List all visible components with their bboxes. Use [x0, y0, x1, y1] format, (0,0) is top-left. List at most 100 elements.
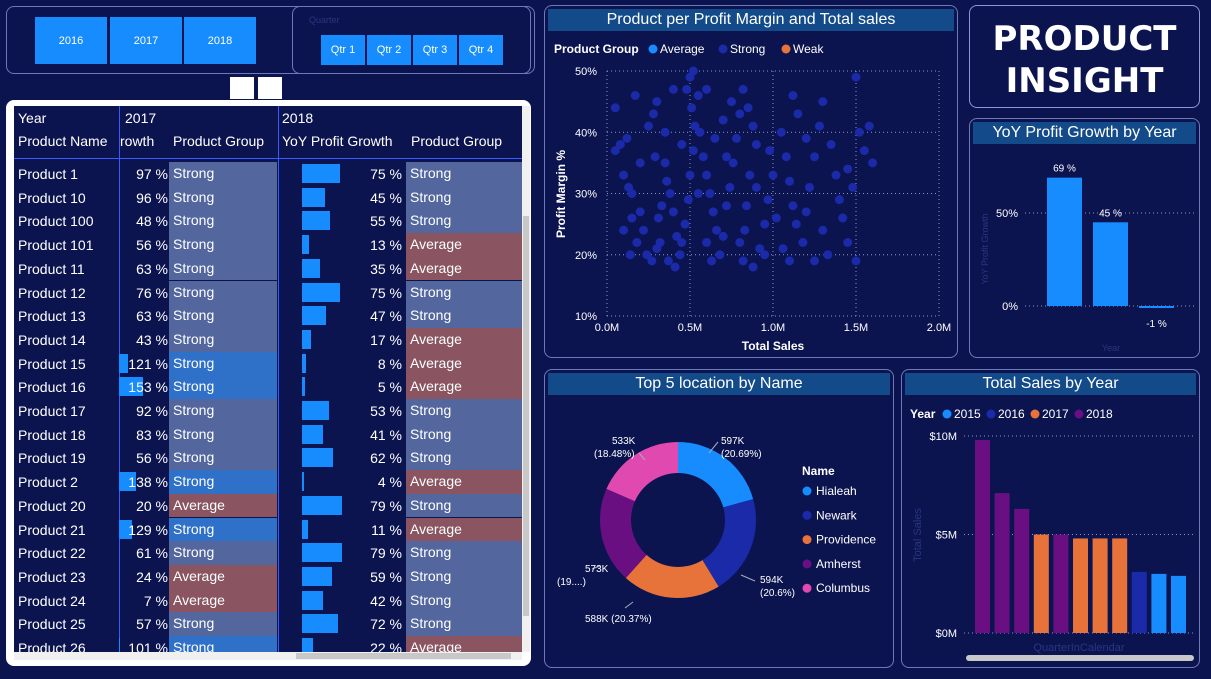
table-row[interactable]: Product 26 101 % Strong 22 % Average	[14, 636, 522, 652]
scatter-point[interactable]	[650, 152, 660, 162]
quarter-button-2[interactable]: Qtr 2	[367, 35, 411, 65]
table-row[interactable]: Product 18 83 % Strong 41 % Strong	[14, 422, 522, 447]
scatter-point[interactable]	[625, 250, 635, 260]
scatter-point[interactable]	[793, 109, 803, 119]
scatter-point[interactable]	[851, 256, 861, 266]
scatter-point[interactable]	[682, 84, 692, 94]
table-row[interactable]: Product 23 24 % Average 59 % Strong	[14, 564, 522, 589]
header-growth-2018[interactable]: YoY Profit Growth	[282, 133, 393, 149]
scatter-point[interactable]	[639, 225, 649, 235]
scatter-point[interactable]	[660, 158, 670, 168]
table-row[interactable]: Product 16 153 % Strong 5 % Average	[14, 375, 522, 399]
scatter-point[interactable]	[843, 238, 853, 247]
scatter-point[interactable]	[826, 140, 836, 149]
scatter-point[interactable]	[745, 170, 755, 180]
table-row[interactable]: Product 11 63 % Strong 35 % Average	[14, 256, 522, 281]
legend-label[interactable]: Columbus	[816, 581, 870, 595]
scatter-point[interactable]	[788, 91, 798, 100]
legend-label[interactable]: Hialeah	[816, 484, 857, 498]
quarter-button-1[interactable]: Qtr 1	[321, 35, 365, 65]
scatter-point[interactable]	[818, 225, 828, 235]
scatter-point[interactable]	[705, 189, 715, 198]
scatter-point[interactable]	[831, 170, 841, 180]
scatter-point[interactable]	[693, 189, 703, 198]
scatter-point[interactable]	[788, 201, 798, 211]
scatter-point[interactable]	[778, 244, 788, 254]
scatter-point[interactable]	[675, 250, 685, 260]
scatter-point[interactable]	[712, 225, 722, 235]
visual-header-button[interactable]	[258, 77, 282, 99]
header-group-2018[interactable]: Product Group	[411, 133, 502, 149]
legend-label[interactable]: 2016	[998, 407, 1025, 421]
scatter-point[interactable]	[791, 219, 801, 229]
scatter-point[interactable]	[635, 158, 645, 168]
scatter-point[interactable]	[776, 127, 786, 137]
scatter-point[interactable]	[751, 182, 761, 192]
horizontal-scrollbar[interactable]	[966, 655, 1194, 661]
scatter-point[interactable]	[725, 182, 735, 192]
table-row[interactable]: Product 20 20 % Average 79 % Strong	[14, 493, 522, 518]
table-row[interactable]: Product 1 97 % Strong 75 % Strong	[14, 162, 522, 186]
scatter-point[interactable]	[838, 213, 848, 223]
scatter-point[interactable]	[708, 207, 718, 217]
quarter-button-4[interactable]: Qtr 4	[459, 35, 503, 65]
sales-bar[interactable]	[994, 493, 1010, 633]
year-button-2016[interactable]: 2016	[35, 17, 107, 64]
scatter-point[interactable]	[662, 176, 672, 186]
visual-header-button[interactable]	[230, 77, 254, 99]
table-row[interactable]: Product 17 92 % Strong 53 % Strong	[14, 399, 522, 423]
scatter-point[interactable]	[688, 146, 698, 156]
yoy-bar[interactable]	[1139, 306, 1174, 308]
legend-label[interactable]: Strong	[730, 42, 765, 56]
scatter-point[interactable]	[722, 201, 732, 211]
scatter-point[interactable]	[731, 133, 741, 143]
scatter-point[interactable]	[668, 207, 678, 217]
scatter-point[interactable]	[781, 152, 791, 162]
table-row[interactable]: Product 13 63 % Strong 47 % Strong	[14, 304, 522, 328]
legend-label[interactable]: 2017	[1042, 407, 1069, 421]
table-row[interactable]: Product 19 56 % Strong 62 % Strong	[14, 446, 522, 471]
scatter-point[interactable]	[735, 238, 745, 247]
scatter-point[interactable]	[619, 170, 629, 180]
scatter-point[interactable]	[818, 97, 828, 107]
legend-label[interactable]: Average	[660, 42, 705, 56]
scatter-point[interactable]	[810, 256, 819, 266]
scatter-point[interactable]	[715, 250, 725, 260]
legend-label[interactable]: Providence	[816, 533, 876, 547]
scatter-point[interactable]	[670, 262, 680, 272]
quarter-button-3[interactable]: Qtr 3	[413, 35, 457, 65]
scatter-point[interactable]	[785, 176, 795, 186]
scatter-point[interactable]	[834, 195, 844, 205]
table-row[interactable]: Product 12 76 % Strong 75 % Strong	[14, 280, 522, 305]
scatter-point[interactable]	[647, 256, 657, 266]
scatter-point[interactable]	[677, 238, 687, 247]
scatter-point[interactable]	[785, 256, 795, 266]
horizontal-scrollbar[interactable]	[14, 652, 522, 660]
scatter-point[interactable]	[668, 84, 678, 94]
scatter-point[interactable]	[740, 225, 750, 235]
scatter-point[interactable]	[805, 182, 815, 192]
scatter-point[interactable]	[765, 146, 775, 156]
scatter-point[interactable]	[610, 103, 620, 113]
scatter-point[interactable]	[864, 121, 874, 131]
scatter-point[interactable]	[652, 97, 662, 107]
sales-bar[interactable]	[1112, 538, 1128, 633]
scatter-point[interactable]	[743, 103, 753, 113]
scatter-point[interactable]	[798, 238, 808, 247]
scatter-point[interactable]	[655, 238, 665, 247]
legend-label[interactable]: Amherst	[816, 557, 861, 571]
sales-bar[interactable]	[1131, 571, 1147, 633]
scatter-point[interactable]	[677, 140, 687, 149]
table-row[interactable]: Product 22 61 % Strong 79 % Strong	[14, 541, 522, 565]
scatter-point[interactable]	[763, 195, 773, 205]
scatter-point[interactable]	[738, 84, 748, 94]
scatter-point[interactable]	[648, 109, 658, 119]
scatter-point[interactable]	[687, 103, 697, 113]
scatter-point[interactable]	[635, 207, 645, 217]
sales-bar[interactable]	[1151, 573, 1167, 633]
legend-label[interactable]: 2015	[954, 407, 981, 421]
scatter-point[interactable]	[741, 201, 751, 211]
scatter-point[interactable]	[768, 170, 778, 180]
header-group-2017[interactable]: Product Group	[173, 133, 264, 149]
yoy-bar[interactable]	[1093, 222, 1128, 306]
